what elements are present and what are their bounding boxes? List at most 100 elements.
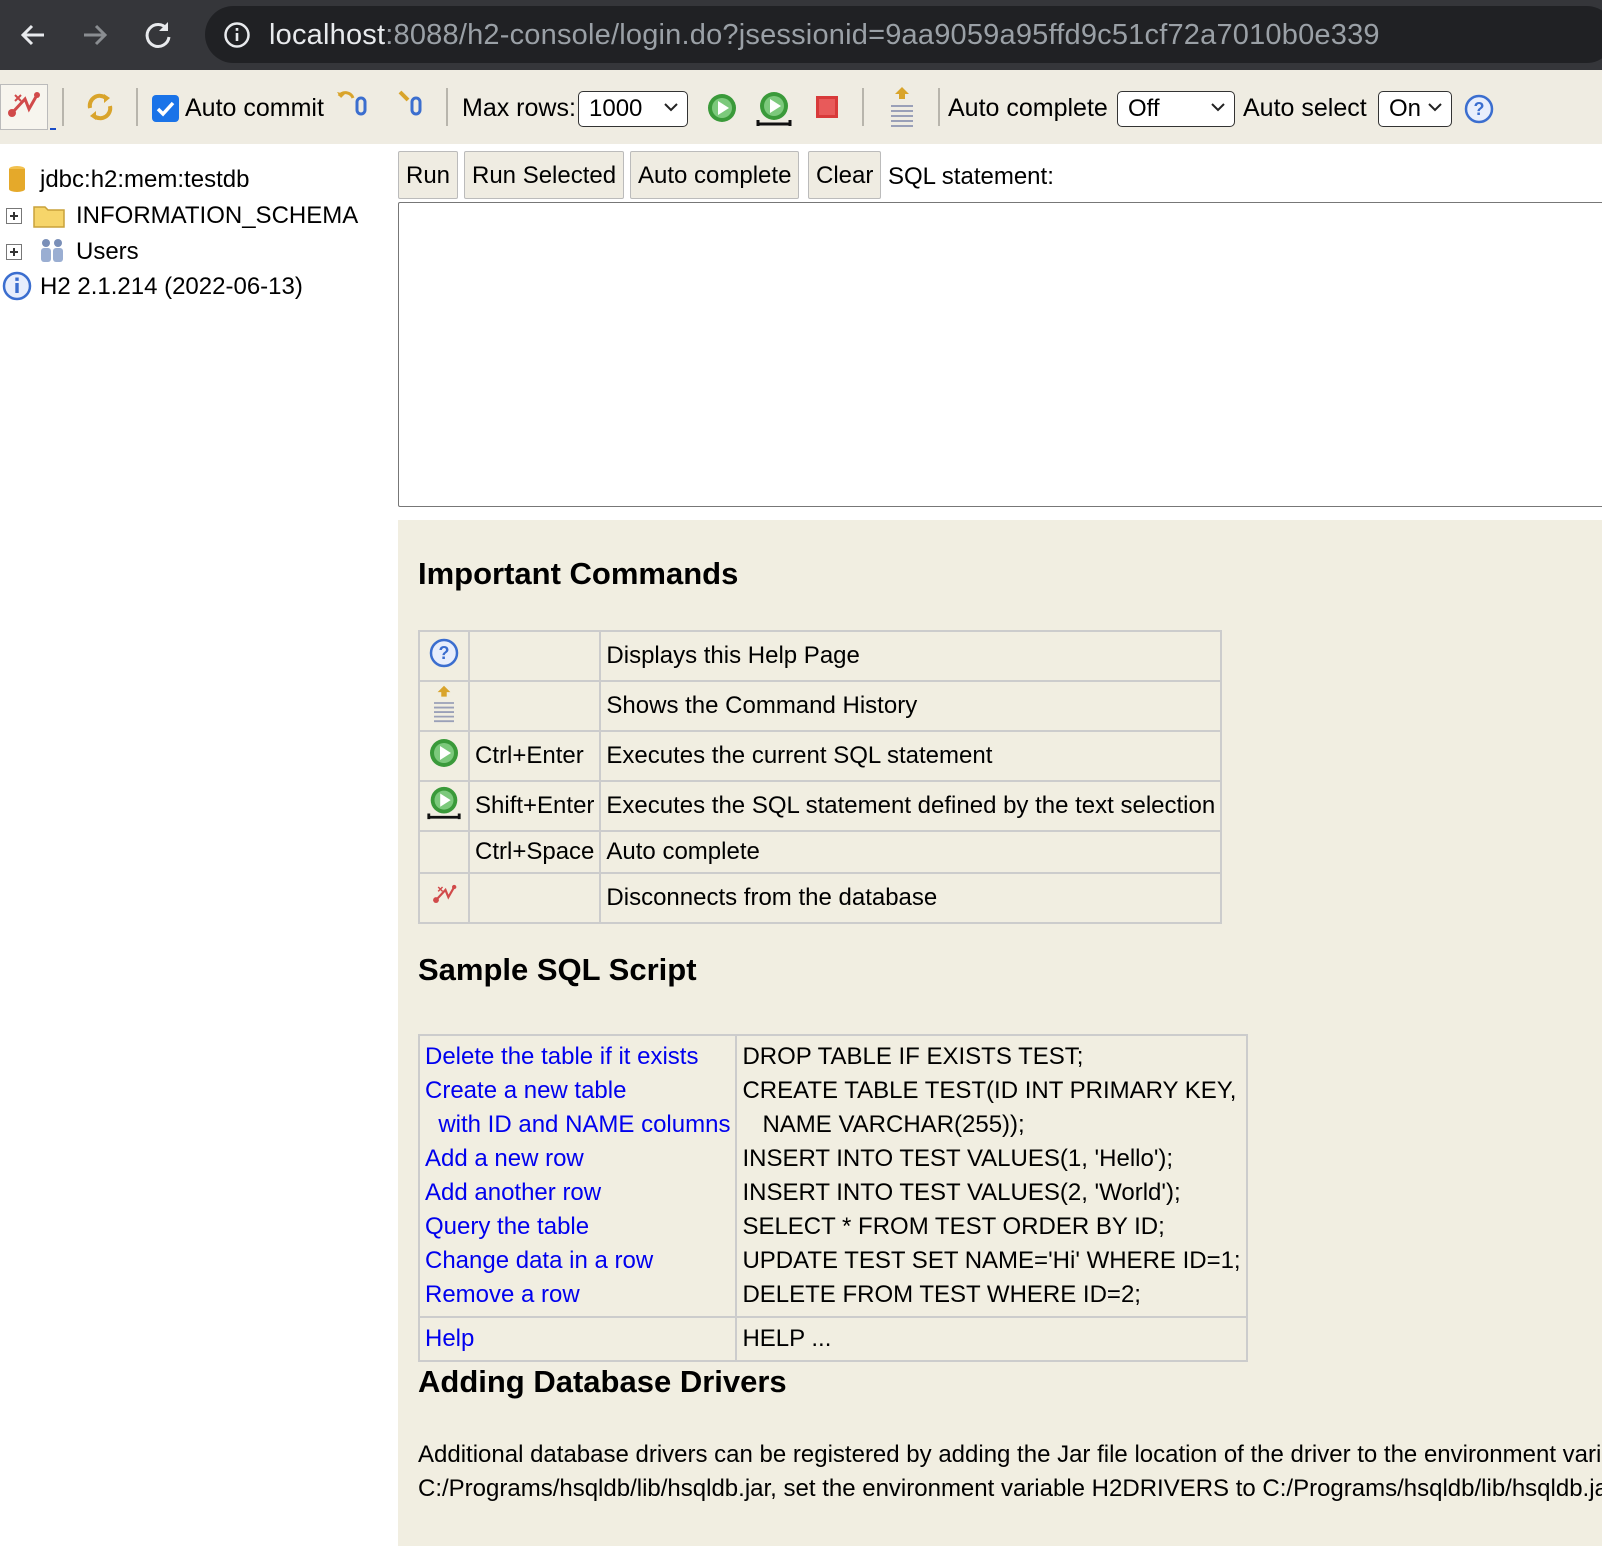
- sample-code-line: NAME VARCHAR(255));: [742, 1111, 1025, 1138]
- expand-icon[interactable]: [6, 208, 22, 224]
- help-icon-cell: ?: [418, 630, 470, 682]
- history-icon: [891, 87, 913, 127]
- sql-statement-label: SQL statement:: [888, 163, 1054, 190]
- table-row: Shows the Command History: [418, 680, 1223, 732]
- description-cell: Shows the Command History: [599, 680, 1223, 732]
- table-row: Disconnects from the database: [418, 872, 1223, 924]
- users-icon: [41, 239, 63, 262]
- description-cell: Executes the current SQL statement: [599, 730, 1223, 782]
- history-button[interactable]: [888, 84, 916, 128]
- auto-complete-button[interactable]: Auto complete: [630, 151, 800, 199]
- adding-drivers-heading: Adding Database Drivers: [418, 1364, 787, 1399]
- description-cell: Auto complete: [599, 830, 1223, 874]
- sql-input[interactable]: [398, 202, 1602, 507]
- auto-select-select[interactable]: On: [1378, 91, 1452, 127]
- auto-complete-label: Auto complete: [948, 94, 1108, 122]
- help-code-cell: HELP ...: [735, 1316, 1248, 1362]
- auto-complete-select[interactable]: Off: [1117, 91, 1235, 127]
- rollback-button[interactable]: [335, 88, 373, 120]
- run-selected-icon-cell: [418, 780, 470, 832]
- tree-item-users[interactable]: Users: [0, 234, 398, 268]
- sample-link[interactable]: Change data in a row: [425, 1244, 730, 1278]
- browser-toolbar: localhost:8088/h2-console/login.do?jsess…: [0, 0, 1602, 70]
- run-selected-icon: [427, 786, 461, 819]
- toolbar-separator: [62, 88, 64, 126]
- table-row: Delete the table if it exists Create a n…: [417, 1034, 1248, 1318]
- checkmark-icon: [156, 101, 175, 117]
- table-row: Shift+Enter Executes the SQL statement d…: [418, 780, 1223, 832]
- reload-icon[interactable]: [135, 12, 181, 58]
- description-cell: Displays this Help Page: [599, 630, 1223, 682]
- address-bar[interactable]: localhost:8088/h2-console/login.do?jsess…: [205, 6, 1602, 63]
- svg-text:?: ?: [1474, 99, 1485, 119]
- help-icon: ?: [429, 638, 459, 667]
- auto-commit-checkbox[interactable]: [152, 95, 179, 122]
- max-rows-select[interactable]: 1000: [578, 91, 688, 127]
- tree-item-version: H2 2.1.214 (2022-06-13): [0, 269, 398, 303]
- sample-code-line: DROP TABLE IF EXISTS TEST;: [742, 1043, 1084, 1070]
- table-row: Ctrl+Enter Executes the current SQL stat…: [418, 730, 1223, 782]
- table-row: Ctrl+Space Auto complete: [418, 830, 1223, 874]
- shortcut-cell: [467, 872, 602, 924]
- description-cell: Executes the SQL statement defined by th…: [599, 780, 1223, 832]
- run-sql-button[interactable]: Run: [398, 151, 459, 199]
- history-icon-cell: [418, 680, 470, 732]
- help-link[interactable]: Help: [425, 1322, 730, 1356]
- sample-link[interactable]: Add another row: [425, 1176, 730, 1210]
- shortcut-cell: Ctrl+Space: [467, 830, 602, 874]
- svg-text:?: ?: [439, 643, 450, 663]
- query-panel: Run Run Selected Auto complete Clear SQL…: [398, 144, 1602, 520]
- expand-icon[interactable]: [6, 244, 22, 260]
- clear-button[interactable]: Clear: [808, 151, 882, 199]
- help-icon: ?: [1464, 94, 1494, 124]
- toolbar-separator: [938, 88, 940, 126]
- sample-link[interactable]: with ID and NAME columns: [425, 1108, 730, 1142]
- sample-code-line: UPDATE TEST SET NAME='Hi' WHERE ID=1;: [742, 1247, 1241, 1274]
- shortcut-cell: Shift+Enter: [467, 780, 602, 832]
- connection-label: jdbc:h2:mem:testdb: [40, 166, 250, 193]
- database-icon: [9, 166, 25, 192]
- sample-link[interactable]: Remove a row: [425, 1278, 730, 1312]
- sample-link[interactable]: Add a new row: [425, 1142, 730, 1176]
- tree-item-information-schema[interactable]: INFORMATION_SCHEMA: [0, 198, 398, 232]
- disconnect-button[interactable]: [0, 84, 48, 130]
- help-button[interactable]: ?: [1464, 94, 1494, 124]
- refresh-button[interactable]: [82, 88, 118, 126]
- sample-links-cell: Delete the table if it exists Create a n…: [417, 1034, 738, 1318]
- table-row: ? Displays this Help Page: [418, 630, 1223, 682]
- help-link-cell: Help: [417, 1316, 738, 1362]
- run-button[interactable]: [706, 92, 738, 124]
- sample-link[interactable]: Create a new table: [425, 1074, 730, 1108]
- history-icon: [434, 685, 454, 722]
- toolbar-separator: [136, 88, 138, 126]
- max-rows-value: 1000: [589, 95, 643, 122]
- shortcut-cell: [467, 630, 602, 682]
- auto-complete-value: Off: [1128, 95, 1160, 122]
- rollback-icon: [337, 91, 367, 116]
- site-info-icon[interactable]: [223, 21, 251, 49]
- disconnect-icon-cell: [418, 872, 470, 924]
- sample-link[interactable]: Query the table: [425, 1210, 730, 1244]
- info-icon: [2, 271, 32, 301]
- disconnect-icon: [8, 92, 40, 117]
- sample-code-line: DELETE FROM TEST WHERE ID=2;: [742, 1281, 1141, 1308]
- help-panel: Important Commands ? Displays this Help …: [398, 520, 1602, 1546]
- sample-link[interactable]: Delete the table if it exists: [425, 1040, 730, 1074]
- description-cell: Disconnects from the database: [599, 872, 1223, 924]
- run-selected-button[interactable]: [754, 90, 794, 128]
- schema-label: INFORMATION_SCHEMA: [76, 202, 359, 229]
- chevron-down-icon: [664, 103, 678, 112]
- run-icon: [430, 738, 458, 767]
- commit-button[interactable]: [396, 88, 434, 120]
- sample-sql-table: Delete the table if it exists Create a n…: [417, 1034, 1248, 1362]
- run-selected-sql-button[interactable]: Run Selected: [464, 151, 625, 199]
- tree-item-connection[interactable]: jdbc:h2:mem:testdb: [0, 162, 398, 196]
- commit-icon: [398, 90, 422, 116]
- drivers-line-2: C:/Programs/hsqldb/lib/hsqldb.jar, set t…: [418, 1475, 1602, 1502]
- stop-button[interactable]: [814, 94, 840, 120]
- drivers-paragraph: Additional database drivers can be regis…: [418, 1438, 1602, 1506]
- back-icon[interactable]: [10, 12, 56, 58]
- users-label: Users: [76, 238, 139, 265]
- forward-icon[interactable]: [72, 12, 118, 58]
- run-icon-cell: [418, 730, 470, 782]
